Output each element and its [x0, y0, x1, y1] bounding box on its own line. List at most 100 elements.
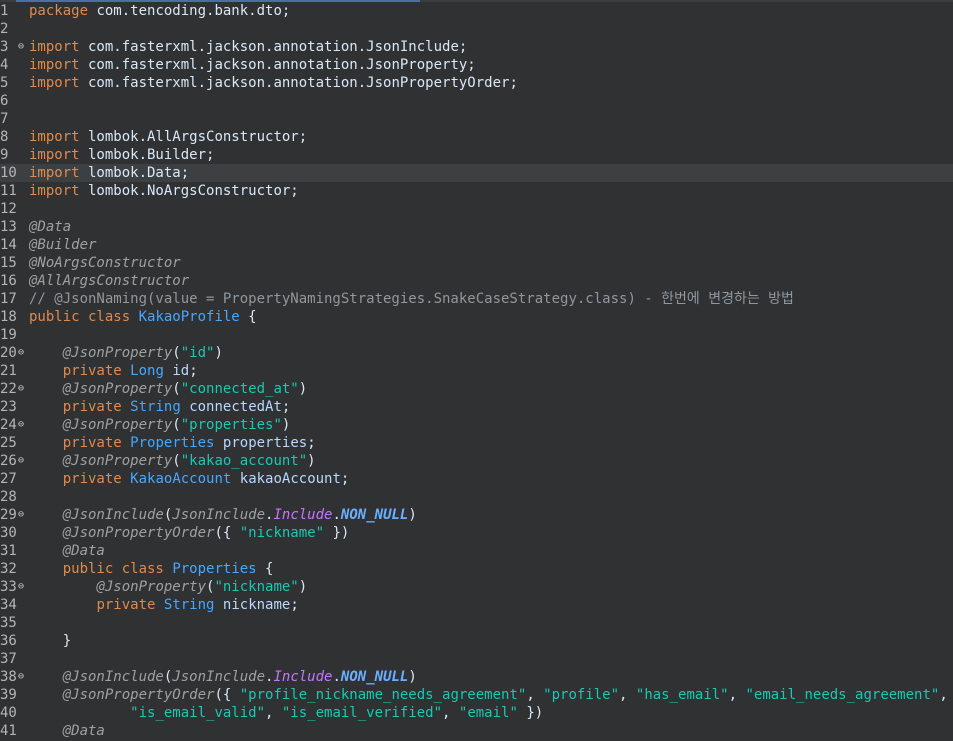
- code-text: import com.fasterxml.jackson.annotation.…: [29, 74, 953, 92]
- code-token: ;: [189, 363, 198, 379]
- code-token: private: [96, 597, 156, 613]
- code-line[interactable]: 22 ⊖ @JsonProperty("connected_at"): [0, 380, 953, 398]
- fold-toggle-icon[interactable]: ⊖: [16, 416, 26, 434]
- code-line[interactable]: 29 ⊖ @JsonInclude(JsonInclude.Include.NON…: [0, 506, 953, 524]
- fold-toggle-icon[interactable]: ⊖: [16, 344, 26, 362]
- line-number: 31: [0, 543, 17, 559]
- code-line[interactable]: 36 }: [0, 632, 953, 650]
- code-token: @Data: [62, 543, 105, 559]
- code-token: com.tencoding.bank.dto;: [88, 3, 291, 19]
- code-line[interactable]: 24 ⊖ @JsonProperty("properties"): [0, 416, 953, 434]
- code-text: @Data: [29, 542, 953, 560]
- code-line[interactable]: 17 // @JsonNaming(value = PropertyNamingS…: [0, 290, 953, 308]
- code-line[interactable]: 21 private Long id;: [0, 362, 953, 380]
- code-token: NON_NULL: [340, 507, 409, 523]
- code-token: .: [332, 507, 341, 523]
- code-token: ): [214, 345, 223, 361]
- code-line[interactable]: 34 private String nickname;: [0, 596, 953, 614]
- code-token: "is_email_verified": [281, 705, 443, 721]
- code-token: private: [62, 435, 122, 451]
- code-line[interactable]: 33 ⊖ @JsonProperty("nickname"): [0, 578, 953, 596]
- code-token: "id": [180, 345, 215, 361]
- code-token: }: [29, 633, 72, 649]
- fold-toggle-icon[interactable]: ⊖: [16, 38, 26, 56]
- code-token: ,: [728, 687, 746, 703]
- code-line[interactable]: 16 @AllArgsConstructor: [0, 272, 953, 290]
- code-text: @JsonInclude(JsonInclude.Include.NON_NUL…: [29, 506, 953, 524]
- code-token: com.fasterxml.jackson.annotation.JsonPro…: [79, 57, 476, 73]
- code-line[interactable]: 35: [0, 614, 953, 632]
- code-line[interactable]: 11 import lombok.NoArgsConstructor;: [0, 182, 953, 200]
- code-token: lombok.NoArgsConstructor;: [79, 183, 299, 199]
- code-line[interactable]: 40 "is_email_valid", "is_email_verified"…: [0, 704, 953, 722]
- code-line[interactable]: 3 ⊖ import com.fasterxml.jackson.annotatio…: [0, 38, 953, 56]
- code-line[interactable]: 26 ⊖ @JsonProperty("kakao_account"): [0, 452, 953, 470]
- code-token: package: [29, 3, 89, 19]
- code-token: @JsonInclude: [62, 669, 164, 685]
- code-token: ): [298, 579, 308, 595]
- code-line[interactable]: 39 @JsonPropertyOrder({ "profile_nicknam…: [0, 686, 953, 704]
- code-line[interactable]: 23 private String connectedAt;: [0, 398, 953, 416]
- code-text: @JsonProperty("kakao_account"): [29, 452, 953, 470]
- code-line[interactable]: 6: [0, 92, 953, 110]
- code-line[interactable]: 27 private KakaoAccount kakaoAccount;: [0, 470, 953, 488]
- code-token: Long: [130, 363, 164, 379]
- code-line[interactable]: 20 ⊖ @JsonProperty("id"): [0, 344, 953, 362]
- line-number: 7: [0, 111, 9, 127]
- fold-toggle-icon[interactable]: ⊖: [16, 452, 26, 470]
- code-text: import com.fasterxml.jackson.annotation.…: [29, 38, 953, 56]
- code-line[interactable]: 31 @Data: [0, 542, 953, 560]
- code-token: "has_email": [635, 687, 729, 703]
- code-text: @JsonPropertyOrder({ "nickname" }): [29, 524, 953, 542]
- code-text: @Data: [29, 722, 953, 740]
- code-line[interactable]: 10 import lombok.Data;: [0, 164, 953, 182]
- code-line[interactable]: 15 @NoArgsConstructor: [0, 254, 953, 272]
- fold-toggle-icon[interactable]: ⊖: [16, 506, 26, 524]
- line-number: 10: [0, 165, 17, 181]
- line-number: 4: [0, 57, 9, 73]
- code-text: import lombok.Data;: [29, 164, 953, 182]
- code-editor[interactable]: 1 package com.tencoding.bank.dto; 2 3 ⊖ impor…: [0, 2, 953, 740]
- code-line[interactable]: 9 import lombok.Builder;: [0, 146, 953, 164]
- code-text: }: [29, 632, 953, 650]
- line-number: 27: [0, 471, 17, 487]
- fold-toggle-icon[interactable]: ⊖: [16, 578, 26, 596]
- line-number: 40: [0, 705, 17, 721]
- code-line[interactable]: 28: [0, 488, 953, 506]
- code-token: ({: [214, 525, 240, 541]
- code-token: ): [307, 453, 316, 469]
- code-line[interactable]: 2: [0, 20, 953, 38]
- code-line[interactable]: 5 import com.fasterxml.jackson.annotation…: [0, 74, 953, 92]
- code-line[interactable]: 1 package com.tencoding.bank.dto;: [0, 2, 953, 20]
- fold-toggle-icon[interactable]: ⊖: [16, 668, 26, 686]
- code-line[interactable]: 8 import lombok.AllArgsConstructor;: [0, 128, 953, 146]
- code-line[interactable]: 14 @Builder: [0, 236, 953, 254]
- code-token: "email": [458, 705, 518, 721]
- code-token: "nickname": [239, 525, 325, 541]
- code-line[interactable]: 37: [0, 650, 953, 668]
- code-line[interactable]: 13 @Data: [0, 218, 953, 236]
- code-token: @JsonPropertyOrder: [62, 525, 215, 541]
- code-token: @AllArgsConstructor: [29, 273, 190, 289]
- code-line[interactable]: 32 public class Properties {: [0, 560, 953, 578]
- code-line[interactable]: 19: [0, 326, 953, 344]
- code-line[interactable]: 30 @JsonPropertyOrder({ "nickname" }): [0, 524, 953, 542]
- line-number: 18: [0, 309, 17, 325]
- fold-toggle-icon[interactable]: ⊖: [16, 380, 26, 398]
- code-line[interactable]: 38 ⊖ @JsonInclude(JsonInclude.Include.NON…: [0, 668, 953, 686]
- code-line[interactable]: 4 import com.fasterxml.jackson.annotation…: [0, 56, 953, 74]
- code-token: public class: [62, 561, 164, 577]
- code-line[interactable]: 12: [0, 200, 953, 218]
- code-line[interactable]: 7: [0, 110, 953, 128]
- code-line[interactable]: 41 @Data: [0, 722, 953, 740]
- code-line[interactable]: 25 private Properties properties;: [0, 434, 953, 452]
- code-line[interactable]: 18 public class KakaoProfile {: [0, 308, 953, 326]
- line-number: 1: [0, 3, 9, 19]
